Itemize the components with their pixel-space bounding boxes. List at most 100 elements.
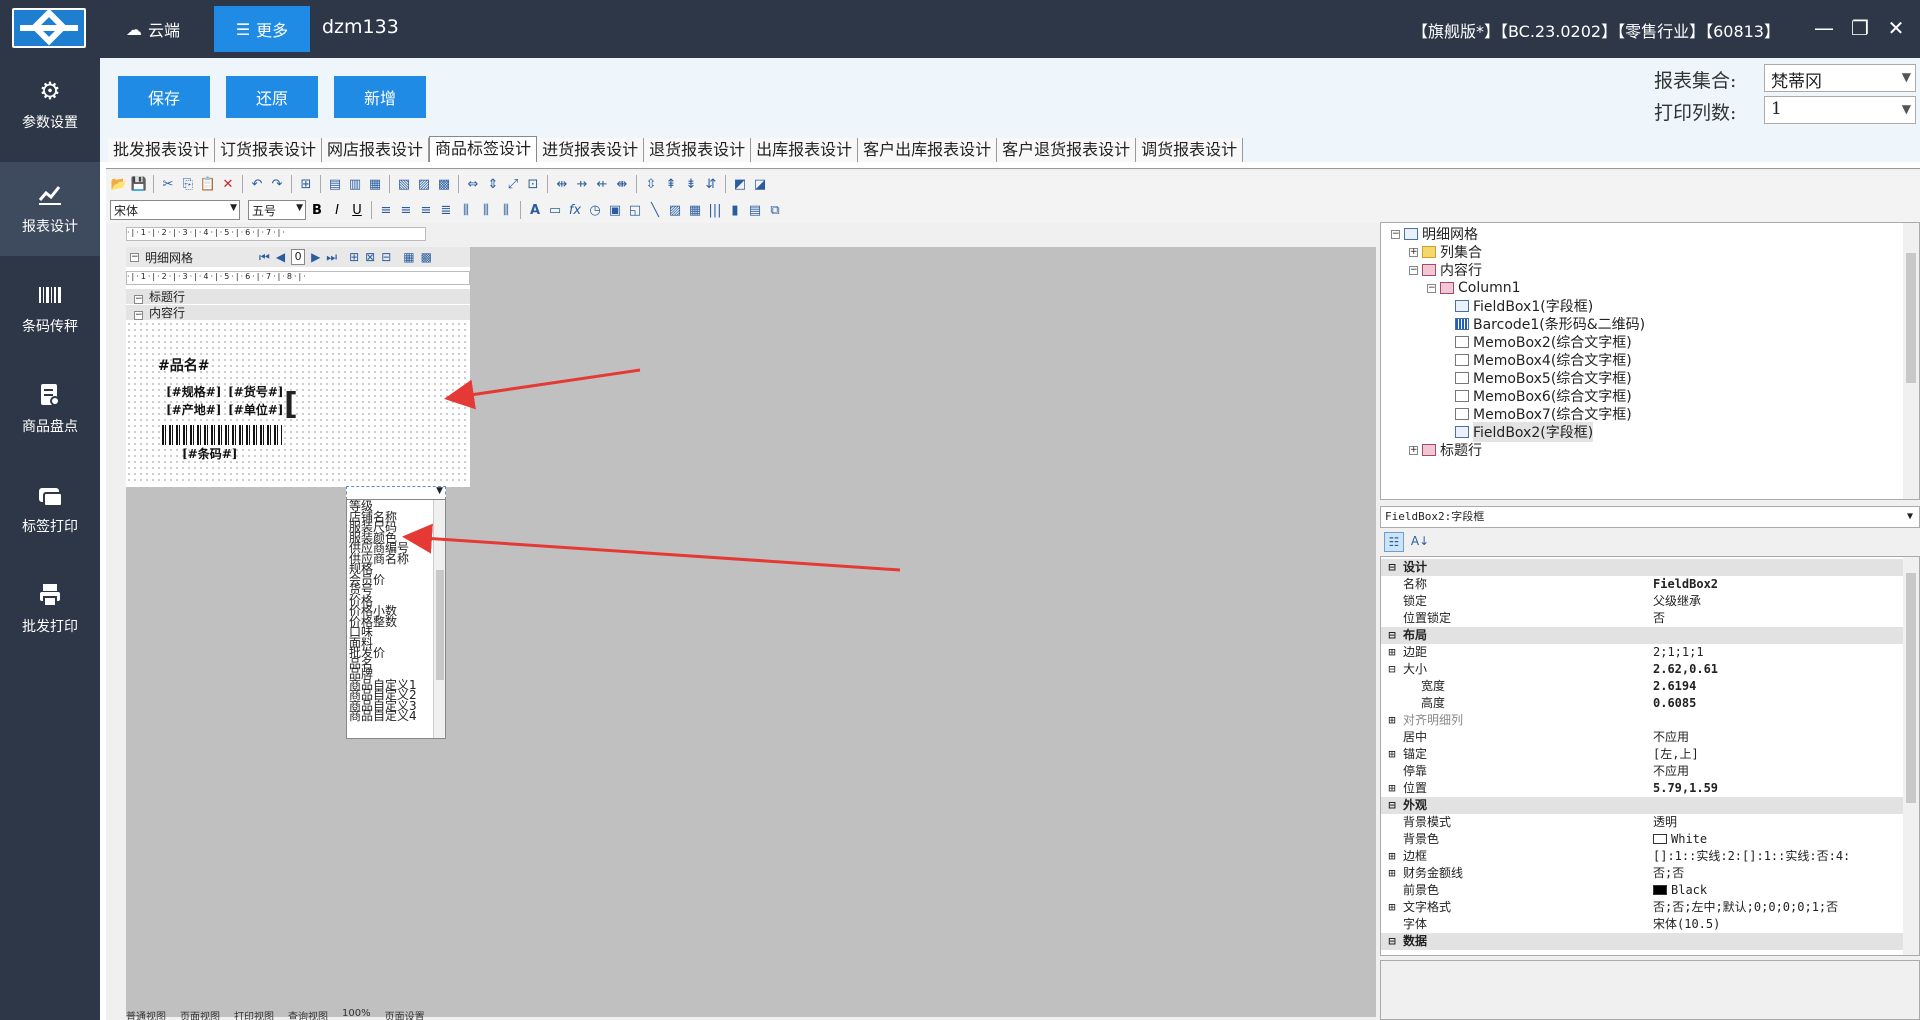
hspace-dec-icon[interactable]: ⇷ [593, 175, 611, 193]
vspace-icon[interactable]: ⇳ [642, 175, 660, 193]
same-width-icon[interactable]: ⇔ [464, 175, 482, 193]
alphabetical-icon[interactable]: A↓ [1410, 532, 1430, 552]
dropdown-option[interactable]: 货号 [347, 584, 445, 595]
same-size-icon[interactable]: ⤢ [504, 175, 522, 193]
expand-icon[interactable]: ⊞ [1381, 848, 1403, 865]
tab-product-label[interactable]: 商品标签设计 [429, 136, 538, 162]
align-middle-icon[interactable]: ▨ [415, 175, 433, 193]
dropdown-option[interactable]: 等级 [347, 500, 445, 511]
property-row[interactable]: 背景色 White [1381, 831, 1905, 848]
nav-item-wholesale-print[interactable]: 批发打印 [0, 562, 100, 656]
shape-icon[interactable]: ◱ [626, 201, 644, 219]
tree-node-child[interactable]: FieldBox1(字段框) [1455, 297, 1593, 315]
align-top-icon[interactable]: ▧ [395, 175, 413, 193]
tree-scrollbar[interactable] [1903, 223, 1919, 499]
nav-item-label-print[interactable]: 标签打印 [0, 462, 100, 556]
field-origin[interactable]: [#产地#] [166, 401, 221, 418]
tab-customer-outbound[interactable]: 客户出库报表设计 [858, 138, 998, 162]
collapse-icon[interactable]: ⊟ [1381, 559, 1403, 576]
barcode-tool-icon[interactable]: ||| [706, 201, 724, 219]
text-justify-icon[interactable]: ≣ [437, 201, 455, 219]
text-left-icon[interactable]: ≡ [377, 201, 395, 219]
view-tab[interactable]: 页面设置 [385, 1008, 425, 1020]
report-set-select[interactable]: 梵蒂冈 ▼ [1764, 64, 1916, 92]
prev-page-icon[interactable]: ◀ [276, 250, 285, 264]
view-tab[interactable]: 100% [342, 1008, 371, 1020]
categorized-icon[interactable]: ☷ [1384, 532, 1404, 552]
expand-icon[interactable]: ⊞ [1381, 865, 1403, 882]
font-family-select[interactable]: 宋体 ▼ [110, 200, 240, 220]
font-size-select[interactable]: 五号 ▼ [248, 200, 306, 220]
vspace-inc-icon[interactable]: ⇞ [662, 175, 680, 193]
expand-icon[interactable]: ⊞ [1381, 712, 1403, 729]
line-icon[interactable]: ╲ [646, 201, 664, 219]
nav-item-barcode-scale[interactable]: 条码传秤 [0, 262, 100, 356]
expand-icon[interactable]: ⊞ [1381, 644, 1403, 661]
minimize-icon[interactable]: — [1810, 14, 1838, 42]
tab-return[interactable]: 退货报表设计 [644, 138, 752, 162]
view-tab[interactable]: 打印视图 [234, 1008, 274, 1020]
tab-cloud[interactable]: ☁ 云端 [126, 9, 204, 49]
dropdown-option[interactable]: 批发价 [347, 647, 445, 658]
column-add-icon[interactable]: ⊠ [365, 250, 375, 264]
add-button[interactable]: 新增 [334, 76, 426, 118]
label-canvas[interactable]: #品名# [#规格#] [#货号#] [#产地#] [#单位#] [#条码#] … [126, 321, 470, 485]
collapse-icon[interactable]: ⊟ [1381, 797, 1403, 814]
text-center-icon[interactable]: ≡ [397, 201, 415, 219]
paste-icon[interactable]: 📋 [199, 175, 217, 193]
picture-icon[interactable]: ▦ [686, 201, 704, 219]
field-unit[interactable]: [#单位#] [228, 401, 283, 418]
collapse-icon[interactable]: ⊟ [1381, 933, 1403, 950]
property-category[interactable]: ⊟ 外观 [1381, 797, 1905, 814]
field-barcode[interactable]: [#条码#] [182, 445, 237, 462]
dropdown-option[interactable]: 品牌 [347, 668, 445, 679]
text-box-icon[interactable]: A [526, 201, 544, 219]
copy-icon[interactable]: ⎘ [179, 175, 197, 193]
property-category[interactable]: ⊟ 设计 [1381, 559, 1905, 576]
property-row[interactable]: 宽度 2.6194 [1381, 678, 1905, 695]
close-icon[interactable]: ✕ [1882, 14, 1910, 42]
barcode-graphic[interactable] [162, 425, 282, 445]
tab-webstore[interactable]: 网店报表设计 [322, 138, 430, 162]
dropdown-option[interactable]: 商品自定义2 [347, 689, 445, 700]
expand-icon[interactable]: + [1409, 247, 1418, 257]
field-selector-combo[interactable]: ▼ [346, 486, 446, 500]
hspace-icon[interactable]: ⇹ [553, 175, 571, 193]
property-row[interactable]: ⊞ 对齐明细列 [1381, 712, 1905, 729]
subreport-icon[interactable]: ⧉ [766, 201, 784, 219]
undo-icon[interactable]: ↶ [248, 175, 266, 193]
vspace-dec-icon[interactable]: ⇟ [682, 175, 700, 193]
text-bottom-icon[interactable]: ⫼ [497, 201, 515, 219]
restore-window-icon[interactable]: ❐ [1846, 14, 1874, 42]
save-icon[interactable]: 💾 [130, 175, 148, 193]
tree-node-detail-grid[interactable]: − 明细网格 [1391, 225, 1478, 243]
tab-order[interactable]: 订货报表设计 [215, 138, 323, 162]
align-right-icon[interactable]: ▦ [366, 175, 384, 193]
align-left-icon[interactable]: ▤ [326, 175, 344, 193]
tree-node-content-row[interactable]: − 内容行 [1409, 261, 1482, 279]
delete-icon[interactable]: ✕ [219, 175, 237, 193]
restore-button[interactable]: 还原 [226, 76, 318, 118]
tab-customer-return[interactable]: 客户退货报表设计 [997, 138, 1137, 162]
text-middle-icon[interactable]: ⫼ [477, 201, 495, 219]
collapse-icon[interactable]: − [1409, 265, 1418, 275]
property-row[interactable]: ⊞ 锚定 [左,上] [1381, 746, 1905, 763]
last-page-icon[interactable]: ⏭ [326, 250, 337, 265]
property-selector[interactable]: FieldBox2:字段框 ▼ [1380, 506, 1920, 528]
property-row[interactable]: 位置锁定否 [1381, 610, 1905, 627]
bold-icon[interactable]: B [308, 201, 326, 219]
collapse-icon[interactable]: ⊟ [1381, 661, 1403, 678]
vspace-remove-icon[interactable]: ⇵ [702, 175, 720, 193]
property-row[interactable]: 停靠 不应用 [1381, 763, 1905, 780]
property-row[interactable]: 名称 FieldBox2 [1381, 576, 1905, 593]
tree-node-child[interactable]: MemoBox7(综合文字框) [1455, 405, 1632, 423]
property-row[interactable]: ⊞ 文字格式 否;否;左中;默认;0;0;0;0;1;否 [1381, 899, 1905, 916]
tree-node-title-row[interactable]: + 标题行 [1409, 441, 1482, 459]
property-row[interactable]: ⊞ 财务金额线 否;否 [1381, 865, 1905, 882]
property-row[interactable]: 高度 0.6085 [1381, 695, 1905, 712]
chart-tool-icon[interactable]: ▮ [726, 201, 744, 219]
collapse-icon[interactable]: − [130, 252, 139, 262]
underline-icon[interactable]: U [348, 201, 366, 219]
property-row[interactable]: ⊞ 位置 5.79,1.59 [1381, 780, 1905, 797]
property-row[interactable]: ⊟ 大小 2.62,0.61 [1381, 661, 1905, 678]
